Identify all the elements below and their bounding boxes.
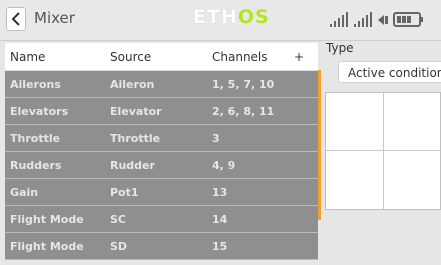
row-source: SC [110, 212, 126, 226]
row-channels: 2, 6, 8, 11 [212, 104, 275, 118]
row-name: Rudders [10, 158, 62, 172]
curve-axis-horizontal [326, 150, 440, 151]
column-header-name: Name [10, 49, 46, 64]
row-name: Gain [10, 185, 39, 199]
table-row[interactable]: Flight Mode SC 14 [5, 206, 318, 233]
table-row[interactable]: Flight Mode SD 15 [5, 233, 318, 260]
row-name: Elevators [10, 104, 69, 118]
add-mixer-button[interactable]: + [294, 50, 318, 64]
battery-icon [393, 12, 423, 27]
row-channels: 14 [212, 212, 228, 226]
ethos-logo: ETHOS [193, 6, 270, 28]
table-row[interactable]: Throttle Throttle 3 [5, 125, 318, 152]
scrollbar[interactable] [318, 70, 321, 220]
rssi-signal-icon [330, 12, 348, 27]
row-channels: 15 [212, 239, 228, 253]
row-source: Rudder [110, 158, 155, 172]
type-dropdown[interactable]: Active condition [338, 61, 441, 83]
back-button[interactable] [6, 7, 26, 31]
curve-axis-vertical [383, 93, 384, 209]
row-name: Flight Mode [10, 212, 84, 226]
row-name: Ailerons [10, 77, 61, 91]
row-channels: 3 [212, 131, 220, 145]
table-row[interactable]: Elevators Elevator 2, 6, 8, 11 [5, 98, 318, 125]
row-channels: 1, 5, 7, 10 [212, 77, 275, 91]
row-channels: 13 [212, 185, 228, 199]
row-source: Pot1 [110, 185, 139, 199]
row-source: Elevator [110, 104, 162, 118]
status-icons [330, 12, 423, 27]
row-source: Aileron [110, 77, 155, 91]
type-label: Type [326, 41, 354, 55]
column-header-channels: Channels [212, 49, 268, 64]
row-source: Throttle [110, 131, 161, 145]
row-source: SD [110, 239, 128, 253]
table-header: Name Source Channels + [5, 43, 318, 71]
receiver-signal-icon [354, 12, 372, 27]
mixer-table: Name Source Channels + Ailerons Aileron … [5, 43, 318, 265]
row-name: Throttle [10, 131, 61, 145]
top-bar: Mixer ETHOS [0, 0, 441, 41]
table-row[interactable]: Gain Pot1 13 [5, 179, 318, 206]
column-header-source: Source [110, 49, 152, 64]
row-channels: 4, 9 [212, 158, 236, 172]
volume-icon [378, 15, 388, 25]
chevron-left-icon [11, 12, 20, 26]
table-row[interactable]: Rudders Rudder 4, 9 [5, 152, 318, 179]
curve-preview [325, 92, 441, 210]
table-row[interactable]: Ailerons Aileron 1, 5, 7, 10 [5, 71, 318, 98]
row-name: Flight Mode [10, 239, 84, 253]
page-title: Mixer [34, 9, 75, 27]
